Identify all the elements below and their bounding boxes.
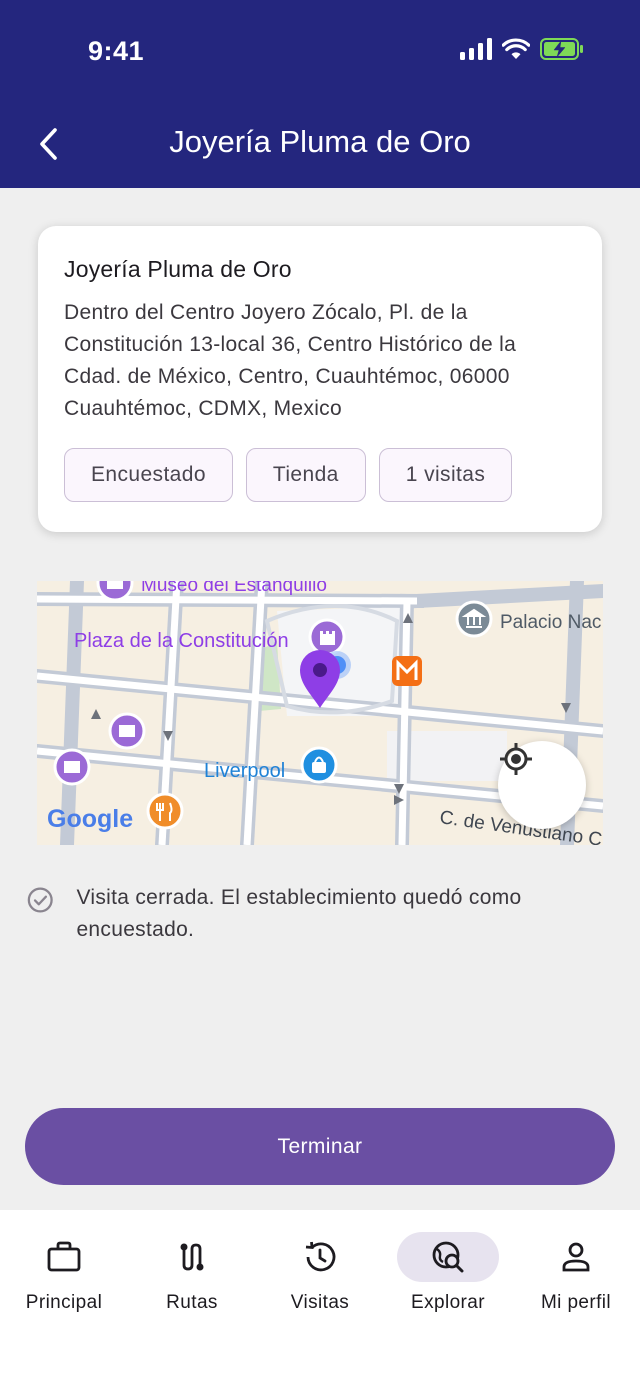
- map-view[interactable]: Museo del Estanquillo Plaza de la Consti…: [37, 581, 603, 845]
- status-time: 9:41: [88, 36, 145, 66]
- store-info-card: Joyería Pluma de Oro Dentro del Centro J…: [38, 226, 602, 532]
- nav-item-principal[interactable]: Principal: [0, 1232, 128, 1314]
- person-icon: [562, 1242, 590, 1272]
- landmark-poi-icon: [455, 600, 493, 638]
- finish-button[interactable]: Terminar: [25, 1108, 615, 1185]
- visit-closed-message: Visita cerrada. El establecimiento quedó…: [26, 882, 616, 946]
- visit-message-text: Visita cerrada. El establecimiento quedó…: [76, 886, 522, 941]
- map-label-palacio: Palacio Nac: [500, 612, 601, 633]
- my-location-button[interactable]: [498, 741, 586, 829]
- nav-item-visitas[interactable]: Visitas: [256, 1232, 384, 1314]
- nav-label-rutas: Rutas: [166, 1292, 218, 1313]
- store-chips: Encuestado Tienda 1 visitas: [64, 448, 513, 502]
- check-circle-icon: [27, 887, 53, 913]
- history-icon: [305, 1241, 336, 1272]
- nav-label-principal: Principal: [25, 1292, 103, 1313]
- castle-poi-icon: [308, 618, 346, 656]
- nav-item-explorar[interactable]: Explorar: [384, 1232, 512, 1314]
- wifi-icon: [502, 38, 530, 59]
- signal-icon: [460, 38, 492, 60]
- shopping-poi-icon: [300, 746, 338, 784]
- museum-poi-icon-2: [108, 712, 146, 750]
- store-address: Dentro del Centro Joyero Zócalo, Pl. de …: [64, 301, 517, 420]
- museum-poi-icon: [96, 581, 134, 602]
- nav-label-visitas: Visitas: [290, 1292, 350, 1313]
- explore-icon: [432, 1241, 464, 1273]
- restaurant-poi-icon: [146, 792, 184, 830]
- status-icons: [460, 38, 584, 60]
- battery-charging-icon: [540, 38, 583, 60]
- briefcase-icon: [47, 1241, 81, 1272]
- museum-poi-icon-3: [53, 748, 91, 786]
- bottom-navigation: Principal Rutas Visitas Explorar Mi perf…: [0, 1210, 640, 1392]
- chip-visits: 1 visitas: [378, 448, 513, 502]
- nav-item-rutas[interactable]: Rutas: [128, 1232, 256, 1314]
- page-title: Joyería Pluma de Oro: [169, 124, 471, 159]
- crosshair-icon: [500, 743, 532, 775]
- google-logo: Google: [47, 805, 133, 833]
- nav-label-mi-perfil: Mi perfil: [540, 1292, 612, 1313]
- chip-type: Tienda: [245, 448, 366, 502]
- metro-poi-icon: [392, 656, 422, 686]
- nav-item-mi-perfil[interactable]: Mi perfil: [512, 1232, 640, 1314]
- store-name: Joyería Pluma de Oro: [64, 256, 292, 282]
- top-app-bar: 9:41 Joyería Pluma de Oro: [0, 0, 640, 188]
- map-label-plaza: Plaza de la Constitución: [74, 630, 289, 652]
- chip-status: Encuestado: [64, 448, 233, 502]
- map-label-museum: Museo del Estanquillo: [141, 581, 327, 596]
- map-label-liverpool: Liverpool: [204, 760, 285, 782]
- nav-label-explorar: Explorar: [411, 1292, 485, 1313]
- route-icon: [180, 1243, 204, 1271]
